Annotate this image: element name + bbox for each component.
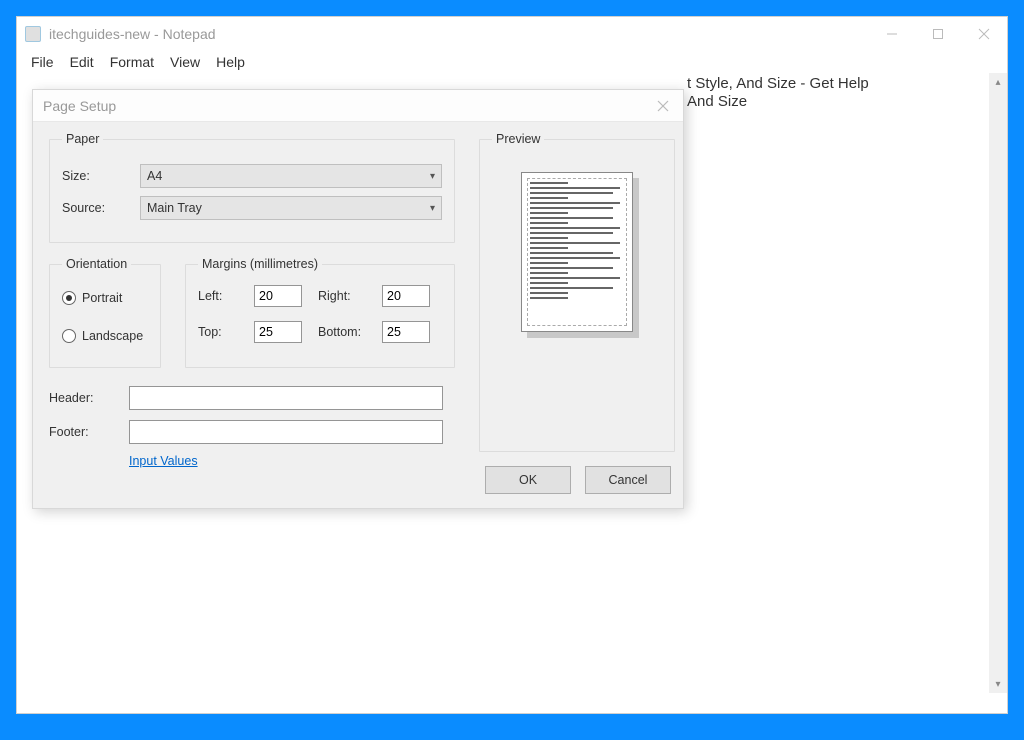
margin-left-input[interactable]	[254, 285, 302, 307]
landscape-label: Landscape	[82, 329, 143, 343]
close-button[interactable]	[961, 17, 1007, 51]
menu-format[interactable]: Format	[102, 52, 162, 72]
menu-help[interactable]: Help	[208, 52, 253, 72]
document-text-line1: t Style, And Size - Get Help	[687, 75, 869, 92]
input-values-link[interactable]: Input Values	[129, 454, 455, 468]
margin-top-input[interactable]	[254, 321, 302, 343]
scroll-down-icon[interactable]: ▾	[989, 675, 1007, 693]
margin-right-input[interactable]	[382, 285, 430, 307]
dialog-close-button[interactable]	[643, 90, 683, 121]
margin-bottom-label: Bottom:	[318, 325, 374, 339]
menu-view[interactable]: View	[162, 52, 208, 72]
close-icon	[978, 28, 990, 40]
close-icon	[657, 100, 669, 112]
margin-bottom-input[interactable]	[382, 321, 430, 343]
menubar: File Edit Format View Help	[17, 51, 1007, 73]
maximize-button[interactable]	[915, 17, 961, 51]
header-label: Header:	[49, 391, 129, 405]
footer-label: Footer:	[49, 425, 129, 439]
window-controls	[869, 17, 1007, 51]
cancel-button[interactable]: Cancel	[585, 466, 671, 494]
titlebar: itechguides-new - Notepad	[17, 17, 1007, 51]
maximize-icon	[932, 28, 944, 40]
scroll-up-icon[interactable]: ▴	[989, 73, 1007, 91]
minimize-icon	[886, 28, 898, 40]
preview-legend: Preview	[492, 132, 544, 146]
preview-group: Preview	[479, 132, 675, 452]
paper-legend: Paper	[62, 132, 103, 146]
window-title: itechguides-new - Notepad	[49, 26, 216, 42]
header-input[interactable]	[129, 386, 443, 410]
orientation-legend: Orientation	[62, 257, 131, 271]
radio-icon	[62, 329, 76, 343]
paper-group: Paper Size: A4 ▾ Source: Main Tray	[49, 132, 455, 243]
margin-top-label: Top:	[198, 325, 246, 339]
minimize-button[interactable]	[869, 17, 915, 51]
source-select[interactable]: Main Tray ▾	[140, 196, 442, 220]
notepad-window: itechguides-new - Notepad File Edit Form…	[16, 16, 1008, 714]
menu-file[interactable]: File	[23, 52, 62, 72]
radio-icon	[62, 291, 76, 305]
preview-page	[521, 172, 633, 332]
document-text-line2: And Size	[687, 93, 747, 110]
portrait-label: Portrait	[82, 291, 122, 305]
dialog-title: Page Setup	[43, 98, 116, 114]
footer-input[interactable]	[129, 420, 443, 444]
margins-legend: Margins (millimetres)	[198, 257, 322, 271]
vertical-scrollbar[interactable]: ▴ ▾	[989, 73, 1007, 693]
notepad-icon	[25, 26, 41, 42]
margin-left-label: Left:	[198, 289, 246, 303]
size-label: Size:	[62, 169, 140, 183]
landscape-radio[interactable]: Landscape	[62, 329, 148, 343]
margins-group: Margins (millimetres) Left: Right: Top: …	[185, 257, 455, 368]
ok-button[interactable]: OK	[485, 466, 571, 494]
source-value: Main Tray	[147, 201, 202, 215]
chevron-down-icon: ▾	[430, 171, 435, 182]
chevron-down-icon: ▾	[430, 203, 435, 214]
margin-right-label: Right:	[318, 289, 374, 303]
source-label: Source:	[62, 201, 140, 215]
menu-edit[interactable]: Edit	[62, 52, 102, 72]
size-select[interactable]: A4 ▾	[140, 164, 442, 188]
page-setup-dialog: Page Setup Paper Size: A4 ▾	[32, 89, 684, 509]
portrait-radio[interactable]: Portrait	[62, 291, 148, 305]
orientation-group: Orientation Portrait Landscape	[49, 257, 161, 368]
dialog-titlebar: Page Setup	[33, 90, 683, 122]
size-value: A4	[147, 169, 162, 183]
